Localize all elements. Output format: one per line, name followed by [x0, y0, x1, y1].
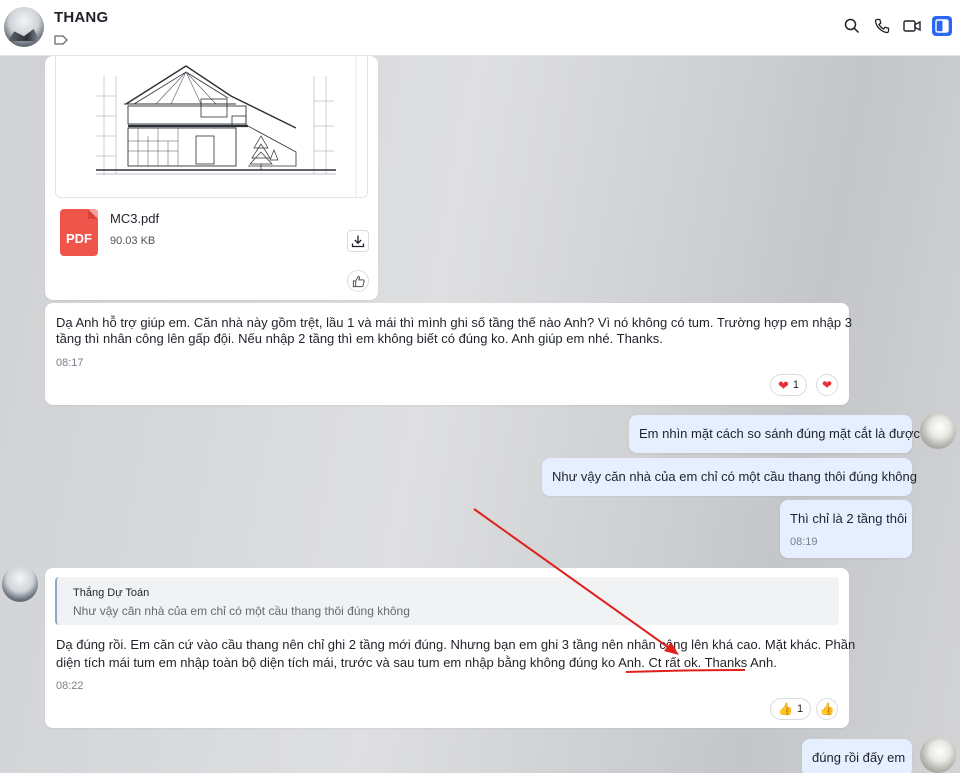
message-text: Thì chỉ là 2 tầng thôi: [790, 511, 908, 526]
heart-icon: ❤: [778, 377, 789, 393]
heart-reaction-pill[interactable]: ❤ 1: [770, 374, 808, 396]
message-text-segment: Ct rất ok. Thanks Anh.: [648, 655, 777, 670]
chat-header: THANG: [0, 0, 960, 56]
reaction-count: 1: [792, 379, 800, 391]
download-icon[interactable]: [347, 230, 369, 252]
thumbs-up-react-icon[interactable]: [347, 270, 369, 292]
search-icon[interactable]: [842, 16, 862, 36]
file-message[interactable]: PDF MC3.pdf 90.03 KB: [45, 56, 378, 300]
contact-avatar[interactable]: [4, 7, 44, 47]
contact-name[interactable]: THANG: [54, 9, 108, 26]
pdf-preview-thumbnail[interactable]: [55, 56, 368, 198]
message-bubble-outgoing[interactable]: đúng rồi đấy em: [802, 739, 912, 773]
message-time: 08:17: [56, 357, 84, 369]
pdf-file-type-label: PDF: [66, 231, 92, 246]
contact-avatar-small[interactable]: [2, 566, 38, 602]
tag-icon[interactable]: [54, 35, 68, 45]
message-text: Như vậy căn nhà của em chỉ có một cầu th…: [552, 469, 917, 484]
my-avatar[interactable]: [920, 737, 956, 773]
quoted-text: Như vậy căn nhà của em chỉ có một cầu th…: [73, 604, 410, 618]
thumbs-up-icon: 👍: [778, 702, 793, 716]
heart-react-icon[interactable]: ❤: [816, 374, 838, 396]
pdf-file-icon: PDF: [60, 209, 98, 256]
file-name[interactable]: MC3.pdf: [110, 211, 159, 226]
message-time: 08:22: [56, 680, 84, 692]
message-bubble-outgoing[interactable]: Như vậy căn nhà của em chỉ có một cầu th…: [542, 458, 917, 496]
file-size: 90.03 KB: [110, 235, 156, 247]
message-bubble-outgoing[interactable]: Thì chỉ là 2 tầng thôi 08:19: [780, 500, 912, 558]
video-call-icon[interactable]: [902, 16, 922, 36]
reaction-count: 1: [796, 703, 804, 715]
thumbs-up-reaction-pill[interactable]: 👍 1: [770, 698, 812, 720]
message-bubble-incoming[interactable]: Thắng Dự Toán Như vậy căn nhà của em chỉ…: [45, 568, 855, 728]
message-text-segment: diện tích mái tum em nhập toàn bộ diện t…: [56, 655, 649, 670]
sidebar-toggle-icon[interactable]: [932, 16, 952, 36]
phone-icon[interactable]: [872, 16, 892, 36]
message-text: đúng rồi đấy em: [812, 750, 906, 765]
my-avatar[interactable]: [920, 413, 956, 449]
message-bubble-outgoing[interactable]: Em nhìn mặt cách so sánh đúng mặt cắt là…: [629, 415, 920, 453]
quoted-message[interactable]: Thắng Dự Toán Như vậy căn nhà của em chỉ…: [55, 577, 839, 625]
message-text-line: Dạ đúng rồi. Em căn cứ vào cầu thang nên…: [56, 637, 856, 652]
message-bubble-incoming[interactable]: Dạ Anh hỗ trợ giúp em. Căn nhà này gồm t…: [45, 303, 852, 405]
quoted-sender-name: Thắng Dự Toán: [73, 587, 150, 599]
message-text-line: diện tích mái tum em nhập toàn bộ diện t…: [56, 653, 777, 673]
message-time: 08:19: [790, 536, 818, 548]
message-text: Em nhìn mặt cách so sánh đúng mặt cắt là…: [639, 426, 920, 441]
thumbs-up-react-icon[interactable]: 👍: [816, 698, 838, 720]
message-text-line: tầng thì nhân công lên gấp đội. Nếu nhập…: [56, 331, 663, 346]
